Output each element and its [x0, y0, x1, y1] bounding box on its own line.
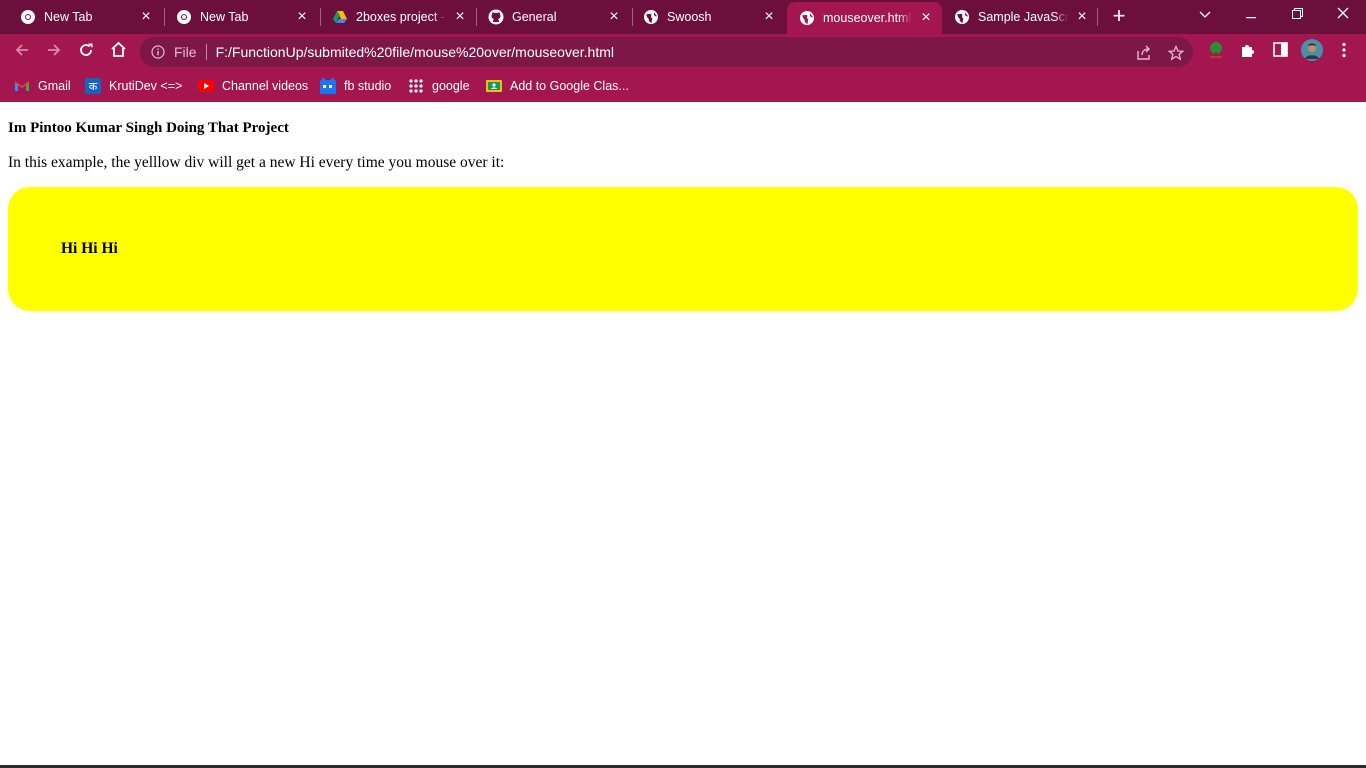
tab-strip: New Tab × New Tab × 2boxes project - Goo…	[0, 0, 1366, 34]
globe-icon	[954, 9, 970, 25]
close-window-button[interactable]	[1320, 0, 1366, 30]
home-icon	[110, 41, 127, 63]
page-description: In this example, the yelllow div will ge…	[8, 154, 505, 171]
tab-new-tab-2[interactable]: New Tab ×	[156, 0, 318, 34]
bookmark-channel-videos[interactable]: Channel videos	[198, 75, 308, 97]
new-tab-button[interactable]: +	[1108, 5, 1130, 28]
chevron-down-icon	[1199, 6, 1211, 24]
krutidev-icon: क	[85, 78, 101, 94]
tab-swoosh[interactable]: Swoosh ×	[623, 0, 785, 34]
share-icon[interactable]	[1135, 44, 1153, 62]
kebab-menu-icon	[1342, 42, 1346, 63]
bookmark-gmail[interactable]: Gmail	[14, 75, 71, 97]
info-icon[interactable]	[150, 44, 166, 60]
address-divider	[205, 44, 207, 60]
tab-general[interactable]: General ×	[468, 0, 630, 34]
tab-title: New Tab	[44, 10, 93, 24]
side-panel-icon	[1272, 42, 1288, 62]
close-tab-icon[interactable]: ×	[918, 10, 934, 26]
bookmark-star-icon[interactable]	[1167, 44, 1185, 62]
page-content: Im Pintoo Kumar Singh Doing That Project…	[0, 102, 1366, 768]
url-scheme-label: File	[174, 44, 197, 60]
avatar	[1301, 38, 1323, 66]
fb-studio-icon	[320, 78, 336, 94]
forward-button[interactable]	[41, 39, 67, 65]
tab-mouseover-html[interactable]: mouseover.html ×	[787, 2, 942, 34]
url-text[interactable]: F:/FunctionUp/submited%20file/mouse%20ov…	[216, 44, 614, 60]
bookmark-label: Channel videos	[222, 79, 309, 93]
bookmark-fb-studio[interactable]: fb studio	[320, 75, 391, 97]
gmail-icon	[14, 78, 30, 94]
minimize-button[interactable]	[1228, 0, 1274, 30]
address-bar[interactable]: File F:/FunctionUp/submited%20file/mouse…	[140, 37, 1193, 67]
restore-button[interactable]	[1274, 0, 1320, 30]
mouseover-box-text: Hi Hi Hi	[61, 240, 118, 257]
bookmark-krutidev[interactable]: क KrutiDev <=>	[85, 75, 182, 97]
bookmark-label: google	[432, 79, 470, 93]
side-panel-button[interactable]	[1267, 39, 1293, 65]
github-icon	[488, 9, 504, 25]
bookmark-label: fb studio	[344, 79, 392, 93]
browser-menu-button[interactable]	[1331, 39, 1357, 65]
reload-icon	[78, 42, 94, 63]
apps-grid-icon	[408, 78, 424, 94]
restore-icon	[1291, 6, 1303, 24]
bookmark-add-to-google-classroom[interactable]: Add to Google Clas...	[486, 75, 629, 97]
reload-button[interactable]	[73, 39, 99, 65]
svg-text:क: क	[89, 80, 98, 93]
close-tab-icon[interactable]: ×	[138, 9, 154, 25]
mouseover-box[interactable]: Hi Hi Hi	[8, 187, 1358, 311]
tab-title: Swoosh	[667, 10, 712, 24]
close-tab-icon[interactable]: ×	[452, 9, 468, 25]
tab-title: General	[512, 10, 557, 24]
close-tab-icon[interactable]: ×	[606, 9, 622, 25]
google-classroom-icon	[486, 78, 502, 94]
back-button[interactable]	[9, 39, 35, 65]
tab-new-tab-1[interactable]: New Tab ×	[0, 0, 162, 34]
tab-title: New Tab	[200, 10, 249, 24]
close-tab-icon[interactable]: ×	[294, 9, 310, 25]
extensions-button[interactable]	[1235, 39, 1261, 65]
youtube-icon	[198, 78, 214, 94]
tree-extension-button[interactable]	[1203, 39, 1229, 65]
arrow-right-icon	[46, 42, 62, 63]
close-tab-icon[interactable]: ×	[761, 9, 777, 25]
bookmark-label: KrutiDev <=>	[109, 79, 183, 93]
tab-search-button[interactable]	[1182, 0, 1228, 30]
minimize-icon	[1246, 6, 1256, 24]
profile-avatar[interactable]	[1299, 38, 1325, 66]
tab-title: Sample JavaScript	[978, 10, 1068, 24]
tab-separator	[1097, 8, 1098, 26]
puzzle-icon	[1240, 42, 1256, 63]
bookmarks-bar: Gmail क KrutiDev <=> Channel videos fb s…	[0, 70, 1366, 102]
close-tab-icon[interactable]: ×	[1074, 9, 1090, 25]
tab-sample-javascript[interactable]: Sample JavaScript ×	[942, 0, 1098, 34]
globe-icon	[643, 9, 659, 25]
chrome-icon	[20, 9, 36, 25]
page-heading: Im Pintoo Kumar Singh Doing That Project	[8, 120, 289, 136]
tab-title: mouseover.html	[823, 11, 912, 25]
bookmark-google[interactable]: google	[408, 75, 470, 97]
tab-title: 2boxes project - Google Drive	[356, 10, 446, 24]
close-icon	[1337, 6, 1349, 24]
browser-toolbar: File F:/FunctionUp/submited%20file/mouse…	[0, 34, 1366, 70]
google-drive-icon	[332, 9, 348, 25]
arrow-left-icon	[14, 42, 30, 63]
chrome-icon	[176, 9, 192, 25]
globe-icon	[799, 10, 815, 26]
bookmark-label: Gmail	[38, 79, 71, 93]
tree-icon	[1207, 41, 1225, 64]
home-button[interactable]	[105, 39, 131, 65]
tab-2boxes-project[interactable]: 2boxes project - Google Drive ×	[312, 0, 476, 34]
bookmark-label: Add to Google Clas...	[510, 79, 629, 93]
